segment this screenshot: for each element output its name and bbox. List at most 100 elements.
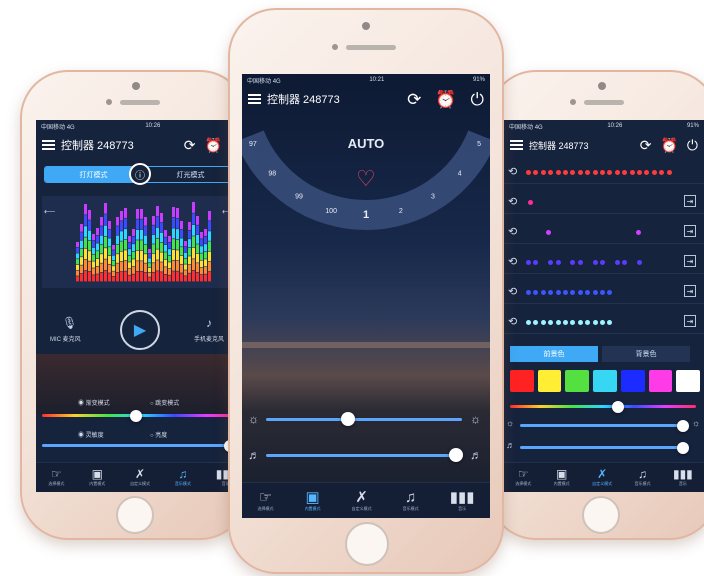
tab-music[interactable]: ♫ 音乐模式 [175,468,191,487]
color-swatch[interactable] [648,370,673,392]
color-swatch[interactable] [565,370,590,392]
tab-foreground[interactable]: 前景色 [510,346,598,362]
speed-slider[interactable] [266,454,462,457]
color-slider-knob[interactable] [130,410,142,422]
pattern-row[interactable]: ⟲ ⇥ [504,222,704,244]
eq-bar-segment [176,229,179,240]
eq-bar-segment [200,232,203,239]
bars-icon: ▮▮▮ [449,488,475,506]
pattern-dot [528,200,533,205]
alarm-icon[interactable]: ⏰ [435,91,456,108]
loop-icon[interactable]: ⟲ [508,255,517,268]
timer-icon[interactable]: ⟳ [407,91,421,108]
tab-builtin[interactable]: ▣ 内置模式 [554,468,570,487]
loop-icon[interactable]: ⟲ [508,225,517,238]
speed-knob-right[interactable] [676,442,689,454]
eq-bar-segment [192,236,195,248]
speed-slider-right[interactable] [520,446,686,449]
tab-custom[interactable]: ✗ 自定义模式 [352,490,372,512]
tab-music[interactable]: ♫ 音乐模式 [403,490,419,512]
eq-bar-segment [80,224,83,232]
phone-mic-icon[interactable]: ♪ [206,316,212,330]
tab-custom[interactable]: ✗ 自定义模式 [592,468,612,487]
pattern-dot [533,320,539,325]
option-sensitivity[interactable]: ◉ 灵敏度 [78,430,104,439]
color-swatch[interactable] [593,370,617,392]
pattern-dot [622,170,628,175]
tab-audio[interactable]: ▮▮▮ 音乐 [673,468,693,487]
power-icon[interactable]: ⏻ [471,91,484,108]
tab-music[interactable]: ♫ 音乐模式 [635,468,651,487]
alarm-icon[interactable]: ⏰ [204,138,221,152]
mode-toggle-icon[interactable]: ⓘ [129,163,151,185]
tab-background[interactable]: 背景色 [602,346,690,362]
eq-bar-segment [108,255,111,264]
heart-icon[interactable]: ♡ [356,166,376,192]
front-camera [598,82,606,90]
pattern-row[interactable]: ⟲ ⇥ [504,192,704,214]
enter-icon[interactable]: ⇥ [684,255,696,267]
eq-bar-segment [148,258,151,263]
tab-light-mode[interactable]: 打灯模式 [45,167,142,182]
brightness-slider[interactable] [266,418,462,421]
power-icon[interactable]: ⏻ [687,138,698,152]
color-swatch[interactable] [620,370,645,392]
alarm-icon[interactable]: ⏰ [660,138,677,152]
brightness-slider-right[interactable] [520,424,686,427]
level-slider[interactable] [42,444,232,447]
eq-bar-segment [160,262,163,272]
pattern-row[interactable]: ⟲ ⇥ [504,312,704,334]
timer-icon[interactable]: ⟳ [184,138,196,152]
pattern-dot [548,320,554,325]
pattern-row[interactable]: ⟲ [504,162,704,184]
option-gradient[interactable]: ◉ 渐变模式 [78,398,110,407]
home-button[interactable] [116,496,154,534]
enter-icon[interactable]: ⇥ [684,225,696,237]
loop-icon[interactable]: ⟲ [508,315,517,328]
tab-custom[interactable]: ✗ 自定义模式 [130,468,150,487]
pattern-dot [577,260,583,265]
tab-builtin[interactable]: ▣ 内置模式 [89,468,105,487]
tab-builtin[interactable]: ▣ 内置模式 [305,490,321,512]
color-swatch[interactable] [537,370,562,392]
eq-bar-segment [192,224,195,236]
tab-lamp-mode[interactable]: 灯光模式 [142,167,239,182]
pattern-dot [548,170,554,175]
eq-bar-segment [120,271,123,282]
eq-bar-segment [196,216,199,225]
eq-bar-segment [172,228,175,239]
hue-slider[interactable] [510,405,696,408]
hue-slider-knob[interactable] [611,401,624,413]
eq-bar-segment [112,255,115,261]
pattern-row[interactable]: ⟲ ⇥ [504,282,704,304]
menu-icon[interactable] [510,140,523,150]
option-brightness[interactable]: ○ 亮度 [150,430,167,439]
loop-icon[interactable]: ⟲ [508,285,517,298]
tab-select[interactable]: ☞ 选择模式 [48,468,64,487]
play-button[interactable]: ▶ [120,310,160,350]
bottom-tabbar: ☞ 选择模式 ▣ 内置模式 ✗ 自定义模式 ♫ 音乐模式 ▮▮▮ 音乐 [36,462,248,492]
speed-knob[interactable] [449,448,464,462]
home-button[interactable] [345,522,389,566]
microphone-icon[interactable]: 🎙 [62,316,77,330]
loop-icon[interactable]: ⟲ [508,165,517,178]
color-swatch[interactable] [510,370,534,392]
menu-icon[interactable] [42,140,55,150]
tab-select[interactable]: ☞ 选择模式 [515,468,531,487]
enter-icon[interactable]: ⇥ [684,315,696,327]
loop-icon[interactable]: ⟲ [508,195,517,208]
timer-icon[interactable]: ⟳ [640,138,652,152]
menu-icon[interactable] [248,94,261,104]
enter-icon[interactable]: ⇥ [684,285,696,297]
brightness-knob-right[interactable] [676,420,689,432]
pattern-row[interactable]: ⟲ ⇥ [504,252,704,274]
option-jump[interactable]: ○ 跳变模式 [150,398,179,407]
enter-icon[interactable]: ⇥ [684,195,696,207]
eq-bar-segment [76,242,79,248]
eq-bar-segment [184,264,187,270]
tab-select[interactable]: ☞ 选择模式 [258,490,274,512]
home-button[interactable] [582,496,620,534]
color-swatch[interactable] [676,370,701,392]
tab-audio[interactable]: ▮▮▮ 音乐 [450,490,475,512]
eq-bar-segment [188,256,191,265]
